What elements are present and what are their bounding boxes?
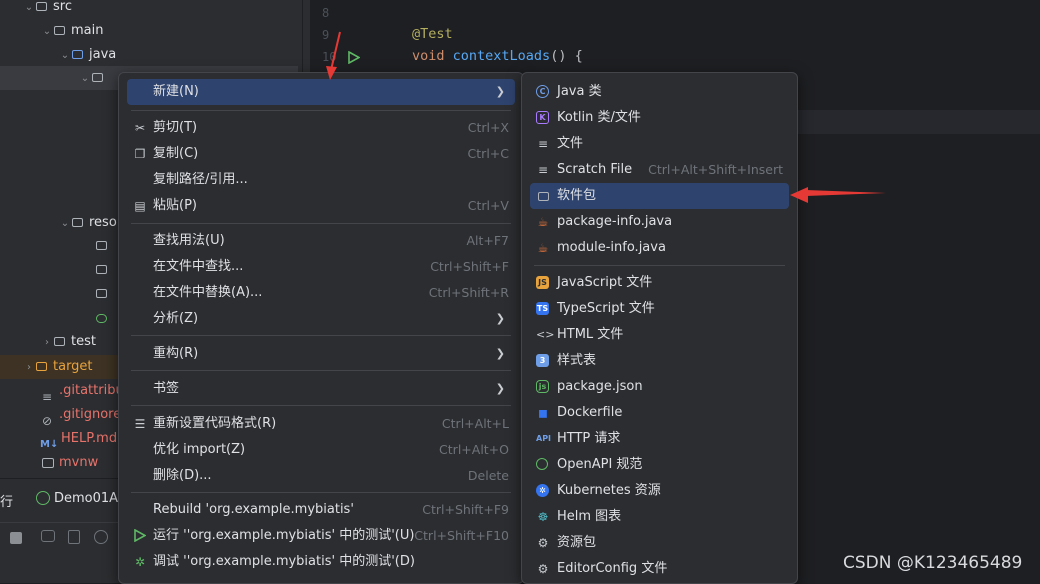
red-arrow-to-new <box>326 31 341 80</box>
annotation-overlay <box>326 31 886 203</box>
watermark: CSDN @K123465489 <box>843 553 1023 573</box>
red-arrow-to-package <box>790 187 886 203</box>
